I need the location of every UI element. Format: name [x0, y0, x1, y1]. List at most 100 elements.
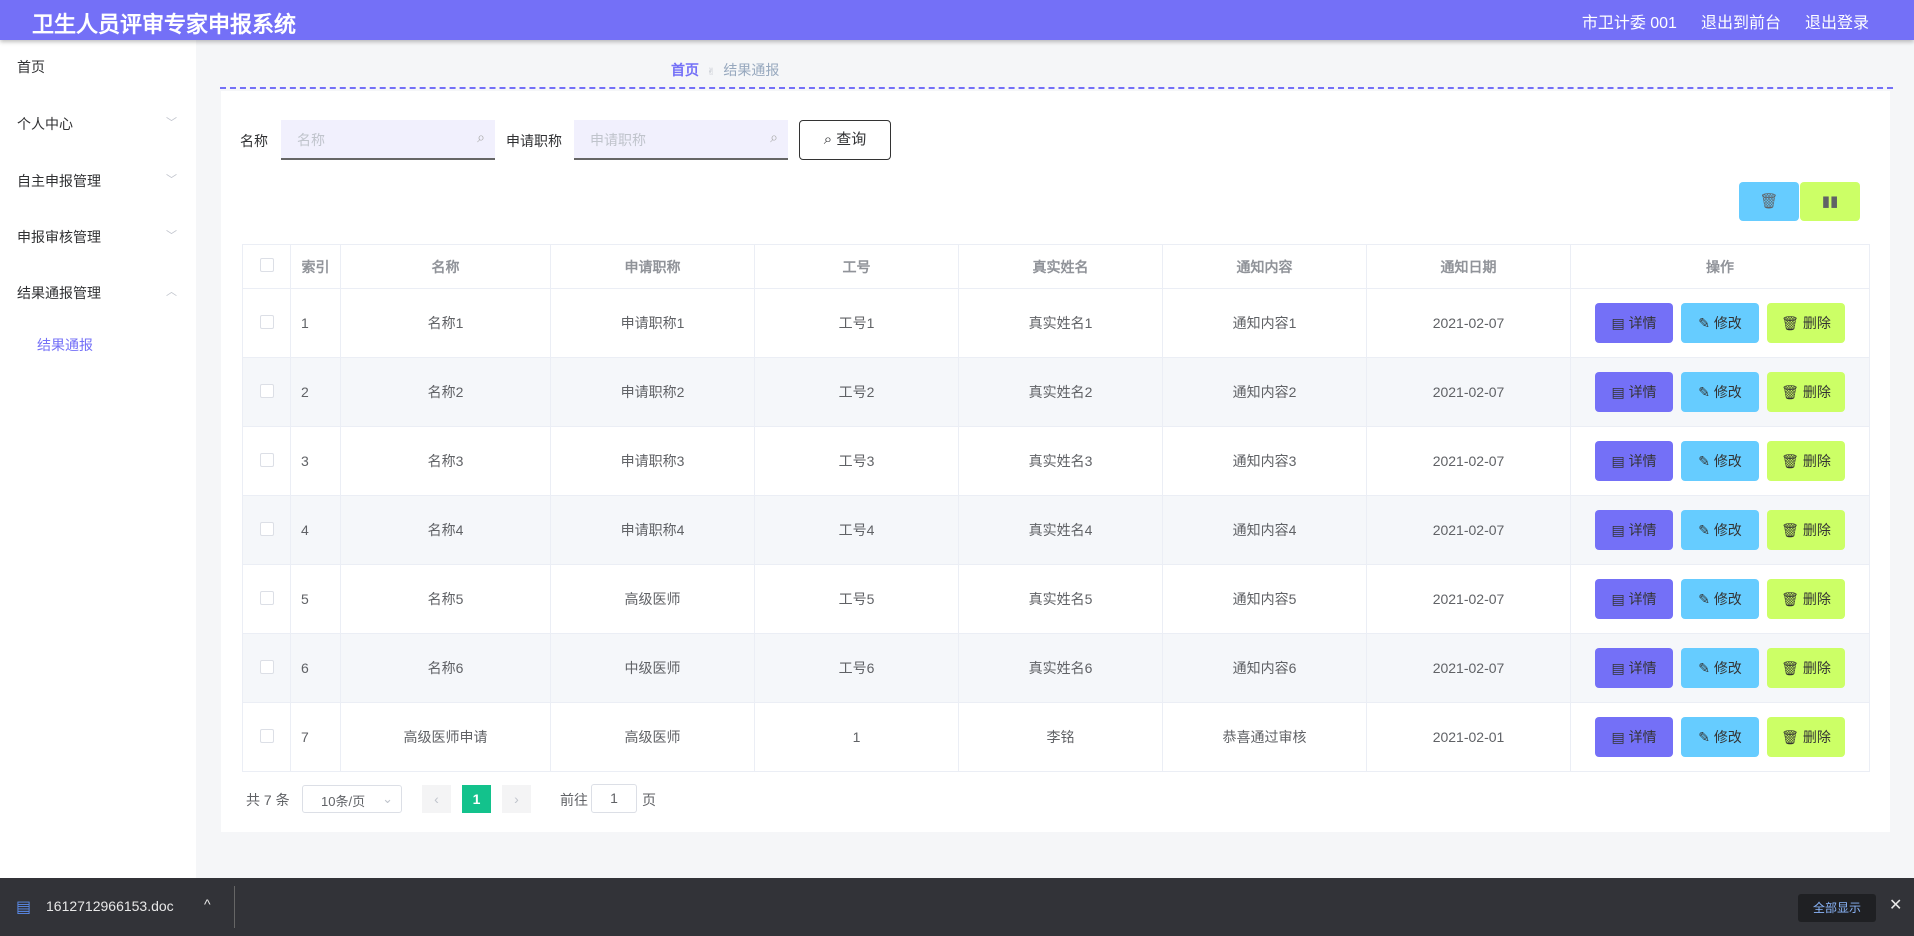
delete-button[interactable]: 🗑 删除 — [1767, 717, 1845, 757]
edit-button[interactable]: ✎ 修改 — [1681, 372, 1759, 412]
row-checkbox[interactable] — [242, 633, 291, 703]
delete-label: 删除 — [1802, 315, 1831, 331]
document-icon: ▤ — [1611, 660, 1629, 676]
edit-icon: ✎ — [1698, 729, 1714, 745]
detail-button[interactable]: ▤ 详情 — [1595, 717, 1673, 757]
sidebar-item-review[interactable]: 申报审核管理 ﹀ — [17, 227, 177, 247]
chevron-down-icon: ﹀ — [166, 117, 177, 129]
page-size-select[interactable]: 10条/页 ⌄ — [302, 785, 402, 813]
delete-button[interactable]: 🗑 删除 — [1767, 372, 1845, 412]
table-row: 6 名称6 中级医师 工号6 真实姓名6 通知内容6 2021-02-07 ▤ 详情 ✎ 修改… — [242, 633, 1870, 703]
table-row: 3 名称3 申请职称3 工号3 真实姓名3 通知内容3 2021-02-07 ▤ 详情 ✎ 修… — [242, 426, 1870, 496]
detail-button[interactable]: ▤ 详情 — [1595, 303, 1673, 343]
sidebar-item-result[interactable]: 结果通报管理 ︿ — [17, 283, 177, 303]
detail-button[interactable]: ▤ 详情 — [1595, 372, 1673, 412]
chevron-up-icon[interactable]: ^ — [204, 896, 211, 912]
edit-button[interactable]: ✎ 修改 — [1681, 441, 1759, 481]
row-checkbox[interactable] — [242, 357, 291, 427]
edit-button[interactable]: ✎ 修改 — [1681, 648, 1759, 688]
table-row: 4 名称4 申请职称4 工号4 真实姓名4 通知内容4 2021-02-07 ▤ 详情 ✎ 修… — [242, 495, 1870, 565]
detail-label: 详情 — [1628, 384, 1657, 400]
document-icon: ▤ — [1611, 591, 1629, 607]
name-input[interactable]: 名称 ⌕ — [281, 120, 495, 160]
result-table: 索引 名称 申请职称 工号 真实姓名 通知内容 通知日期 操作 1 名称1 申请职称… — [242, 244, 1870, 772]
query-label: 查询 — [836, 131, 867, 148]
sidebar-item-label: 个人中心 — [17, 116, 73, 132]
actions-cell: ▤ 详情 ✎ 修改 🗑 删除 — [1570, 702, 1870, 772]
real-name-cell: 真实姓名1 — [958, 288, 1163, 358]
trash-icon: 🗑 — [1781, 315, 1803, 331]
detail-label: 详情 — [1628, 729, 1657, 745]
row-index: 4 — [290, 495, 341, 565]
query-button[interactable]: ⌕ 查询 — [799, 120, 891, 160]
job-number-cell: 工号1 — [754, 288, 959, 358]
job-number-cell: 工号5 — [754, 564, 959, 634]
row-checkbox[interactable] — [242, 702, 291, 772]
delete-button[interactable]: 🗑 删除 — [1767, 303, 1845, 343]
goto-page-input[interactable]: 1 — [591, 784, 637, 813]
notice-date-cell: 2021-02-07 — [1366, 633, 1571, 703]
edit-icon: ✎ — [1698, 453, 1714, 469]
row-index: 2 — [290, 357, 341, 427]
delete-label: 删除 — [1802, 522, 1831, 538]
edit-button[interactable]: ✎ 修改 — [1681, 579, 1759, 619]
delete-label: 删除 — [1802, 384, 1831, 400]
detail-button[interactable]: ▤ 详情 — [1595, 648, 1673, 688]
delete-label: 删除 — [1802, 591, 1831, 607]
delete-button[interactable]: 🗑 删除 — [1767, 510, 1845, 550]
delete-label: 删除 — [1802, 453, 1831, 469]
batch-delete-button[interactable]: 🗑 — [1739, 182, 1799, 221]
select-all-checkbox[interactable] — [242, 244, 291, 289]
show-all-button[interactable]: 全部显示 — [1798, 894, 1876, 922]
title-label: 申请职称 — [506, 133, 562, 149]
edit-button[interactable]: ✎ 修改 — [1681, 510, 1759, 550]
detail-button[interactable]: ▤ 详情 — [1595, 441, 1673, 481]
name-cell: 名称5 — [340, 564, 551, 634]
page-1-button[interactable]: 1 — [462, 785, 491, 813]
close-icon[interactable]: ✕ — [1889, 895, 1902, 915]
title-input[interactable]: 申请职称 ⌕ — [574, 120, 788, 160]
edit-icon: ✎ — [1698, 660, 1714, 676]
statistics-button[interactable]: ▮▮ — [1800, 182, 1860, 221]
delete-button[interactable]: 🗑 删除 — [1767, 441, 1845, 481]
app-title: 卫生人员评审专家申报系统 — [32, 12, 297, 37]
notice-date-cell: 2021-02-07 — [1366, 288, 1571, 358]
search-icon: ⌕ — [770, 129, 778, 145]
logout-link[interactable]: 退出登录 — [1805, 9, 1869, 33]
prev-page-button[interactable]: ‹ — [422, 785, 451, 813]
name-placeholder: 名称 — [297, 132, 325, 148]
title-placeholder: 申请职称 — [590, 132, 646, 148]
notice-content-cell: 通知内容5 — [1162, 564, 1367, 634]
breadcrumb-home[interactable]: 首页 — [671, 62, 699, 78]
chevron-up-icon: ︿ — [166, 286, 177, 298]
col-header: 操作 — [1570, 244, 1870, 289]
edit-button[interactable]: ✎ 修改 — [1681, 717, 1759, 757]
exit-to-front-link[interactable]: 退出到前台 — [1701, 9, 1781, 33]
next-page-button[interactable]: › — [502, 785, 531, 813]
row-index: 7 — [290, 702, 341, 772]
sidebar-item-home[interactable]: 首页 — [17, 57, 177, 77]
delete-button[interactable]: 🗑 删除 — [1767, 579, 1845, 619]
delete-button[interactable]: 🗑 删除 — [1767, 648, 1845, 688]
trash-icon: 🗑 — [1781, 729, 1803, 745]
sidebar-item-self-apply[interactable]: 自主申报管理 ﹀ — [17, 171, 177, 191]
row-checkbox[interactable] — [242, 426, 291, 496]
notice-content-cell: 通知内容4 — [1162, 495, 1367, 565]
sidebar-item-personal[interactable]: 个人中心 ﹀ — [17, 114, 177, 134]
row-checkbox[interactable] — [242, 564, 291, 634]
document-icon: ▤ — [1611, 522, 1629, 538]
sidebar-item-label: 结果通报管理 — [17, 285, 101, 301]
row-checkbox[interactable] — [242, 495, 291, 565]
download-file-name[interactable]: 1612712966153.doc — [46, 898, 174, 914]
detail-button[interactable]: ▤ 详情 — [1595, 510, 1673, 550]
name-cell: 高级医师申请 — [340, 702, 551, 772]
detail-button[interactable]: ▤ 详情 — [1595, 579, 1673, 619]
row-checkbox[interactable] — [242, 288, 291, 358]
sidebar-subitem-result-notice[interactable]: 结果通报 — [37, 335, 93, 355]
divider — [234, 886, 235, 928]
notice-content-cell: 通知内容1 — [1162, 288, 1367, 358]
col-header: 通知日期 — [1366, 244, 1571, 289]
chevron-down-icon: ⌄ — [382, 791, 393, 806]
word-doc-icon: ▤ — [16, 899, 32, 916]
edit-button[interactable]: ✎ 修改 — [1681, 303, 1759, 343]
